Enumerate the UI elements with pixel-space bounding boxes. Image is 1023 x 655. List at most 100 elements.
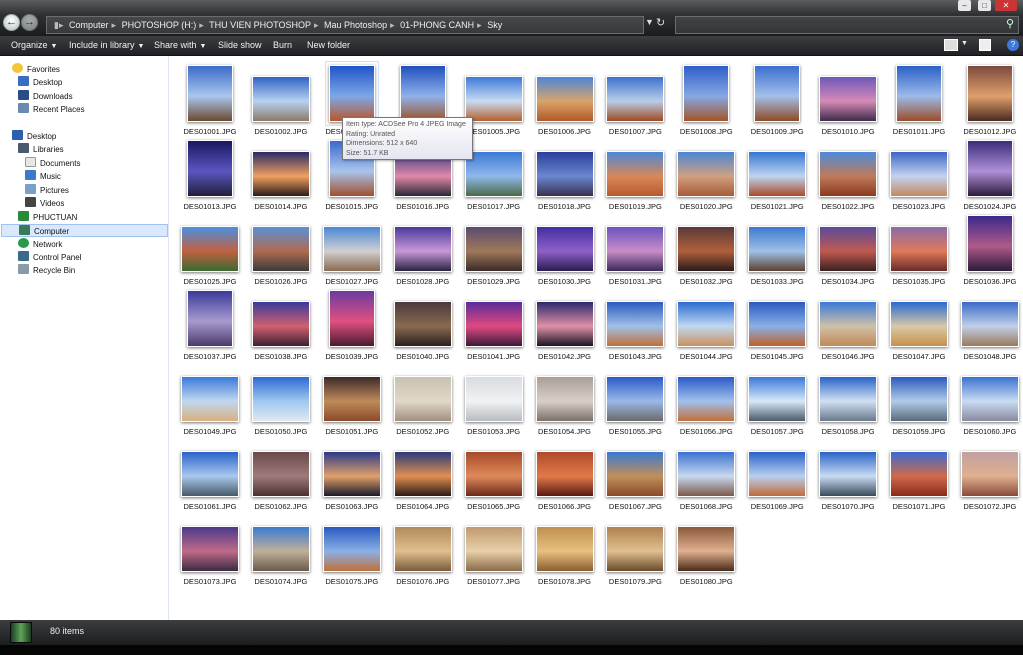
breadcrumb-landscape[interactable]: 01-PHONG CANH bbox=[400, 20, 474, 30]
file-item[interactable]: DES01068.JPG bbox=[671, 436, 741, 511]
include-in-library-menu[interactable]: Include in library ▼ bbox=[69, 40, 144, 50]
nav-control-panel[interactable]: Control Panel bbox=[18, 251, 81, 264]
forward-button[interactable]: → bbox=[21, 14, 38, 31]
file-item[interactable]: DES01036.JPG bbox=[955, 211, 1023, 286]
search-input[interactable]: ⚲ bbox=[675, 16, 1019, 34]
file-item[interactable]: DES01067.JPG bbox=[600, 436, 670, 511]
file-item[interactable]: DES01074.JPG bbox=[246, 511, 316, 586]
preview-pane-icon[interactable] bbox=[979, 39, 991, 51]
file-item[interactable]: DES01001.JPG bbox=[175, 61, 245, 136]
file-item[interactable]: DES01025.JPG bbox=[175, 211, 245, 286]
breadcrumb-samples[interactable]: Mau Photoshop bbox=[324, 20, 387, 30]
file-item[interactable]: DES01040.JPG bbox=[388, 286, 458, 361]
file-item[interactable]: DES01020.JPG bbox=[671, 136, 741, 211]
file-item[interactable]: DES01037.JPG bbox=[175, 286, 245, 361]
back-button[interactable]: ← bbox=[3, 14, 20, 31]
file-item[interactable]: DES01032.JPG bbox=[671, 211, 741, 286]
file-item[interactable]: DES01009.JPG bbox=[742, 61, 812, 136]
nav-network[interactable]: Network bbox=[18, 238, 62, 251]
file-item[interactable]: DES01022.JPG bbox=[813, 136, 883, 211]
file-item[interactable]: DES01064.JPG bbox=[388, 436, 458, 511]
file-item[interactable]: DES01080.JPG bbox=[671, 511, 741, 586]
file-item[interactable]: DES01026.JPG bbox=[246, 211, 316, 286]
file-item[interactable]: DES01011.JPG bbox=[884, 61, 954, 136]
file-item[interactable]: DES01048.JPG bbox=[955, 286, 1023, 361]
file-item[interactable]: DES01034.JPG bbox=[813, 211, 883, 286]
nav-computer[interactable]: Computer bbox=[1, 224, 168, 237]
file-item[interactable]: DES01079.JPG bbox=[600, 511, 670, 586]
close-button[interactable]: ✕ bbox=[995, 0, 1017, 11]
file-item[interactable]: DES01058.JPG bbox=[813, 361, 883, 436]
file-item[interactable]: DES01043.JPG bbox=[600, 286, 670, 361]
nav-recent-places[interactable]: Recent Places bbox=[18, 103, 85, 116]
file-item[interactable]: DES01078.JPG bbox=[530, 511, 600, 586]
file-item[interactable]: DES01010.JPG bbox=[813, 61, 883, 136]
file-item[interactable]: DES01062.JPG bbox=[246, 436, 316, 511]
file-item[interactable]: DES01052.JPG bbox=[388, 361, 458, 436]
file-item[interactable]: DES01054.JPG bbox=[530, 361, 600, 436]
address-bar[interactable]: ▮▸ Computer ▸ PHOTOSHOP (H:) ▸ THU VIEN PH… bbox=[46, 16, 644, 34]
breadcrumb-library[interactable]: THU VIEN PHOTOSHOP bbox=[209, 20, 311, 30]
refresh-icon[interactable]: ↻ bbox=[656, 16, 670, 32]
file-item[interactable]: DES01057.JPG bbox=[742, 361, 812, 436]
file-item[interactable]: DES01075.JPG bbox=[317, 511, 387, 586]
change-view-icon[interactable] bbox=[944, 39, 958, 51]
file-item[interactable]: DES01039.JPG bbox=[317, 286, 387, 361]
nav-downloads[interactable]: Downloads bbox=[18, 90, 73, 103]
file-item[interactable]: DES01033.JPG bbox=[742, 211, 812, 286]
file-item[interactable]: DES01055.JPG bbox=[600, 361, 670, 436]
file-item[interactable]: DES01007.JPG bbox=[600, 61, 670, 136]
file-item[interactable]: DES01002.JPG bbox=[246, 61, 316, 136]
file-item[interactable]: DES01056.JPG bbox=[671, 361, 741, 436]
file-item[interactable]: DES01070.JPG bbox=[813, 436, 883, 511]
file-item[interactable]: DES01053.JPG bbox=[459, 361, 529, 436]
file-item[interactable]: DES01072.JPG bbox=[955, 436, 1023, 511]
chevron-down-icon[interactable]: ▼ bbox=[645, 17, 654, 27]
slide-show-button[interactable]: Slide show bbox=[218, 40, 262, 50]
file-item[interactable]: DES01024.JPG bbox=[955, 136, 1023, 211]
search-icon[interactable]: ⚲ bbox=[1006, 17, 1014, 30]
file-item[interactable]: DES01061.JPG bbox=[175, 436, 245, 511]
file-item[interactable]: DES01069.JPG bbox=[742, 436, 812, 511]
file-item[interactable]: DES01047.JPG bbox=[884, 286, 954, 361]
file-item[interactable]: DES01060.JPG bbox=[955, 361, 1023, 436]
file-item[interactable]: DES01013.JPG bbox=[175, 136, 245, 211]
file-item[interactable]: DES01066.JPG bbox=[530, 436, 600, 511]
nav-videos[interactable]: Videos bbox=[25, 197, 64, 210]
file-item[interactable]: DES01041.JPG bbox=[459, 286, 529, 361]
file-item[interactable]: DES01050.JPG bbox=[246, 361, 316, 436]
file-item[interactable]: DES01049.JPG bbox=[175, 361, 245, 436]
file-item[interactable]: DES01018.JPG bbox=[530, 136, 600, 211]
file-item[interactable]: DES01073.JPG bbox=[175, 511, 245, 586]
maximize-button[interactable]: □ bbox=[978, 0, 991, 11]
breadcrumb-computer[interactable]: Computer bbox=[69, 20, 109, 30]
file-item[interactable]: DES01029.JPG bbox=[459, 211, 529, 286]
file-item[interactable]: DES01038.JPG bbox=[246, 286, 316, 361]
file-item[interactable]: DES01021.JPG bbox=[742, 136, 812, 211]
file-item[interactable]: DES01063.JPG bbox=[317, 436, 387, 511]
breadcrumb-drive[interactable]: PHOTOSHOP (H:) bbox=[122, 20, 197, 30]
file-item[interactable]: DES01035.JPG bbox=[884, 211, 954, 286]
file-item[interactable]: DES01027.JPG bbox=[317, 211, 387, 286]
file-item[interactable]: DES01019.JPG bbox=[600, 136, 670, 211]
nav-user[interactable]: PHUCTUAN bbox=[18, 211, 77, 224]
file-item[interactable]: DES01044.JPG bbox=[671, 286, 741, 361]
share-with-menu[interactable]: Share with ▼ bbox=[154, 40, 206, 50]
file-item[interactable]: DES01042.JPG bbox=[530, 286, 600, 361]
chevron-down-icon[interactable]: ▼ bbox=[961, 40, 968, 47]
file-item[interactable]: DES01008.JPG bbox=[671, 61, 741, 136]
burn-button[interactable]: Burn bbox=[273, 40, 292, 50]
nav-libraries[interactable]: Libraries bbox=[18, 143, 64, 156]
file-item[interactable]: DES01077.JPG bbox=[459, 511, 529, 586]
nav-desktop[interactable]: Desktop bbox=[18, 76, 62, 89]
file-item[interactable]: DES01014.JPG bbox=[246, 136, 316, 211]
new-folder-button[interactable]: New folder bbox=[307, 40, 350, 50]
nav-favorites[interactable]: Favorites bbox=[12, 63, 60, 76]
file-item[interactable]: DES01023.JPG bbox=[884, 136, 954, 211]
file-item[interactable]: DES01012.JPG bbox=[955, 61, 1023, 136]
file-item[interactable]: DES01065.JPG bbox=[459, 436, 529, 511]
file-item[interactable]: DES01051.JPG bbox=[317, 361, 387, 436]
organize-menu[interactable]: Organize ▼ bbox=[11, 40, 57, 50]
minimize-button[interactable]: – bbox=[958, 0, 971, 11]
file-item[interactable]: DES01031.JPG bbox=[600, 211, 670, 286]
